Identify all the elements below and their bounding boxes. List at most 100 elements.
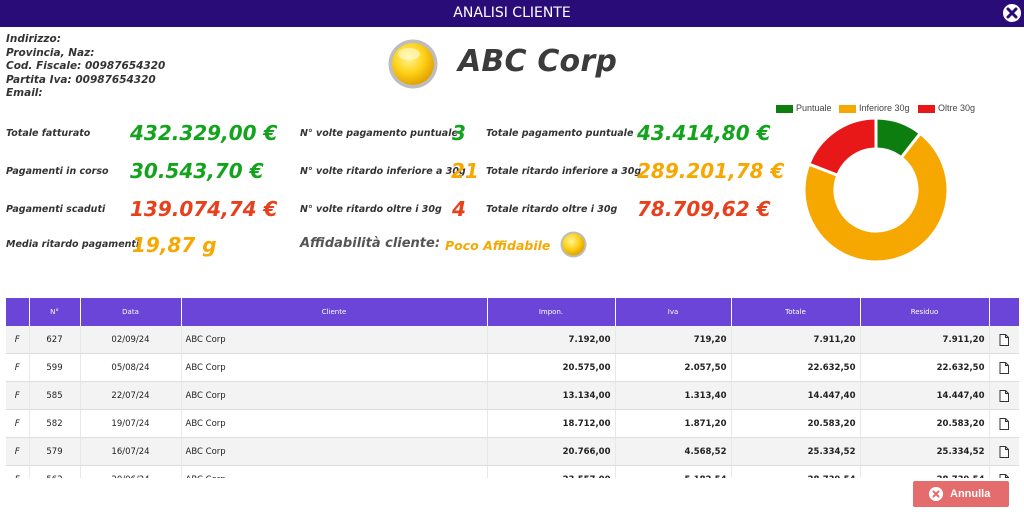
cell-date: 20/06/24	[80, 465, 182, 478]
info-fiscal-code: Cod. Fiscale: 00987654320	[6, 60, 166, 72]
cancel-icon	[929, 487, 943, 501]
col-header-iva[interactable]: Iva	[615, 298, 732, 326]
document-icon[interactable]	[999, 417, 1009, 430]
cell-type: F	[6, 326, 30, 354]
value-tot-oltre-30: 78.709,62 €	[637, 197, 771, 221]
cell-type: F	[6, 437, 30, 466]
cell-number: 562	[29, 465, 81, 478]
table-row[interactable]: F 585 22/07/24 ABC Corp 13.134,00 1.313,40 14.…	[6, 381, 1019, 410]
cell-imponibile: 13.134,00	[487, 381, 616, 410]
col-header-actions	[989, 298, 1019, 326]
cell-iva: 719,20	[615, 326, 732, 354]
table-row[interactable]: F56220/06/24ABC Corp23.557,005.182,5428.…	[6, 465, 1019, 479]
label-volte-ritardo-30: N° volte ritardo inferiore a 30g	[300, 166, 466, 177]
cell-imponibile: 18.712,00	[487, 409, 616, 438]
cell-type: F	[6, 409, 30, 438]
cancel-button[interactable]: Annulla	[913, 481, 1009, 507]
value-tot-ritardo-30: 289.201,78 €	[637, 159, 785, 183]
label-totale-fatturato: Totale fatturato	[6, 128, 91, 139]
value-volte-oltre-30: 4	[452, 197, 466, 221]
cell-imponibile: 20.575,00	[487, 353, 616, 382]
document-icon[interactable]	[999, 361, 1009, 374]
donut-chart	[802, 116, 950, 264]
info-address: Indirizzo:	[6, 33, 61, 45]
cell-document[interactable]	[989, 381, 1019, 410]
cell-document[interactable]	[989, 326, 1019, 354]
cell-number: 579	[29, 437, 81, 466]
table-row[interactable]: F 582 19/07/24 ABC Corp 18.712,00 1.871,20 20.…	[6, 409, 1019, 438]
table-row[interactable]: F 579 16/07/24 ABC Corp 20.766,00 4.568,52 25.…	[6, 437, 1019, 466]
table-row[interactable]: F 627 02/09/24 ABC Corp 7.192,00 719,20 7.911,…	[6, 326, 1019, 354]
col-header-type	[6, 298, 30, 326]
customer-info: Indirizzo: Provincia, Naz: Cod. Fiscale:…	[6, 33, 165, 101]
cell-client: ABC Corp	[181, 465, 488, 478]
cell-document[interactable]	[989, 353, 1019, 382]
cell-number: 599	[29, 353, 81, 382]
cell-residuo: 22.632,50	[860, 353, 990, 382]
legend-swatch-puntuale	[776, 104, 793, 113]
cell-date: 22/07/24	[80, 381, 182, 410]
company-status-icon	[388, 39, 438, 89]
value-pagamenti-in-corso: 30.543,70 €	[130, 159, 264, 183]
table-row[interactable]: F 599 05/08/24 ABC Corp 20.575,00 2.057,50 22.…	[6, 353, 1019, 382]
title-bar: ANALISI CLIENTE	[0, 0, 1024, 27]
value-tot-puntuale: 43.414,80 €	[637, 121, 771, 145]
document-icon[interactable]	[999, 389, 1009, 402]
label-volte-puntuale: N° volte pagamento puntuale	[300, 128, 458, 139]
col-header-residuo[interactable]: Residuo	[860, 298, 990, 326]
cell-document[interactable]	[989, 465, 1019, 479]
cell-residuo: 20.583,20	[860, 409, 990, 438]
value-totale-fatturato: 432.329,00 €	[130, 121, 278, 145]
col-header-client[interactable]: Cliente	[181, 298, 488, 326]
cell-totale: 14.447,40	[731, 381, 861, 410]
cancel-button-label: Annulla	[950, 488, 991, 500]
value-volte-puntuale: 3	[452, 121, 466, 145]
cell-document[interactable]	[989, 409, 1019, 438]
value-media-ritardo: 19,87 g	[132, 233, 217, 257]
cell-imponibile: 20.766,00	[487, 437, 616, 466]
document-icon[interactable]	[999, 333, 1009, 346]
cell-totale: 22.632,50	[731, 353, 861, 382]
affidabilita-value: Poco Affidabile	[445, 238, 551, 253]
cell-date: 05/08/24	[80, 353, 182, 382]
info-vat: Partita Iva: 00987654320	[6, 73, 156, 86]
cell-date: 02/09/24	[80, 326, 182, 354]
cell-document[interactable]	[989, 437, 1019, 466]
col-header-number[interactable]: N°	[29, 298, 81, 326]
cell-residuo: 25.334,52	[860, 437, 990, 466]
invoices-table: N° Data Cliente Impon. Iva Totale Residu…	[6, 298, 1019, 478]
cell-iva: 1.313,40	[615, 381, 732, 410]
col-header-totale[interactable]: Totale	[731, 298, 861, 326]
cell-type: F	[6, 465, 30, 478]
label-pagamenti-in-corso: Pagamenti in corso	[6, 166, 109, 177]
col-header-imponibile[interactable]: Impon.	[487, 298, 616, 326]
label-tot-puntuale: Totale pagamento puntuale	[486, 128, 634, 139]
cell-totale: 28.739,54	[731, 465, 861, 478]
label-media-ritardo: Media ritardo pagamenti	[6, 239, 140, 250]
cell-client: ABC Corp	[181, 381, 488, 410]
cell-imponibile: 23.557,00	[487, 465, 616, 478]
cell-residuo: 7.911,20	[860, 326, 990, 354]
col-header-date[interactable]: Data	[80, 298, 182, 326]
company-name: ABC Corp	[458, 44, 618, 79]
info-province: Provincia, Naz:	[6, 46, 95, 59]
cell-iva: 2.057,50	[615, 353, 732, 382]
label-pagamenti-scaduti: Pagamenti scaduti	[6, 204, 106, 215]
cell-date: 16/07/24	[80, 437, 182, 466]
close-button[interactable]	[1001, 2, 1023, 24]
cell-totale: 7.911,20	[731, 326, 861, 354]
cell-client: ABC Corp	[181, 353, 488, 382]
cell-totale: 20.583,20	[731, 409, 861, 438]
cell-client: ABC Corp	[181, 437, 488, 466]
document-icon[interactable]	[999, 473, 1009, 479]
cell-residuo: 28.739,54	[860, 465, 990, 478]
window-title: ANALISI CLIENTE	[453, 5, 571, 21]
document-icon[interactable]	[999, 445, 1009, 458]
cell-iva: 1.871,20	[615, 409, 732, 438]
donut-slice-oltre[interactable]	[806, 116, 878, 178]
label-tot-ritardo-30: Totale ritardo inferiore a 30g	[486, 166, 642, 177]
cell-iva: 5.182,54	[615, 465, 732, 478]
cell-client: ABC Corp	[181, 409, 488, 438]
cell-residuo: 14.447,40	[860, 381, 990, 410]
cell-type: F	[6, 353, 30, 382]
